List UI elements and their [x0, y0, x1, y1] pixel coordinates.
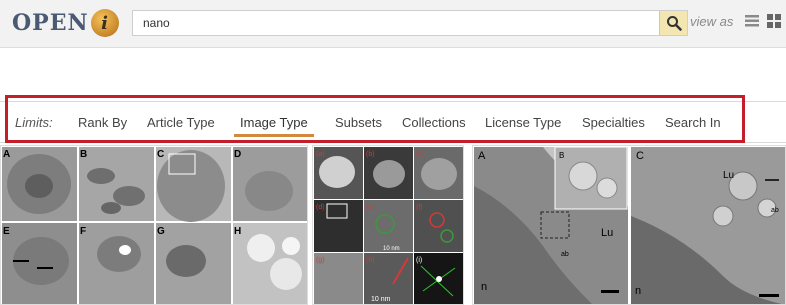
panel-label: C	[636, 150, 644, 162]
panel-label: (a)	[316, 151, 325, 158]
panel-label: (g)	[316, 257, 325, 264]
panel-label: B	[559, 151, 564, 160]
panel-label: D	[234, 149, 241, 160]
panel-label: (h)	[366, 257, 375, 264]
micrograph-panel-grid: A B C D E F G H	[1, 146, 307, 304]
panel-label: (e)	[366, 204, 375, 211]
search-icon	[666, 16, 682, 31]
em-lumen-panels: A B C Lu Lu n n ab ab	[473, 146, 785, 304]
list-view-icon[interactable]	[744, 13, 760, 29]
panel-label: G	[157, 226, 165, 237]
search-input[interactable]	[133, 11, 660, 35]
scale-label: 10 nm	[371, 296, 391, 303]
panel-label: (i)	[416, 257, 422, 264]
scale-label: 10 nm	[383, 246, 400, 252]
logo-i-icon: i	[90, 9, 119, 37]
logo-text: OPEN	[12, 10, 89, 36]
result-thumbnail-1[interactable]: A B C D E F G H	[0, 145, 308, 305]
lumen-label: Lu	[723, 170, 734, 181]
panel-label: (d)	[316, 204, 325, 211]
lumen-label: Lu	[601, 227, 613, 239]
panel-label: C	[157, 149, 164, 160]
search-box	[132, 10, 688, 36]
result-thumbnail-2[interactable]: (a) (b) (c) (d) (e) (f) (g) (h) (i) 10 n…	[312, 145, 464, 305]
panel-label: B	[80, 149, 87, 160]
nucleus-label: n	[481, 281, 487, 293]
grid-view-icon[interactable]	[766, 13, 782, 29]
panel-label: H	[234, 226, 241, 237]
panel-label: (b)	[366, 151, 375, 158]
panel-label: (c)	[416, 151, 424, 158]
ab-label: ab	[771, 207, 779, 214]
panel-label: (f)	[416, 204, 423, 211]
search-button[interactable]	[659, 11, 687, 35]
panel-label: A	[478, 150, 486, 162]
panel-label: F	[80, 226, 86, 237]
result-thumbnail-3[interactable]: A B C Lu Lu n n ab ab	[472, 145, 786, 305]
view-as-label: view as	[690, 14, 734, 29]
panel-label: E	[3, 226, 10, 237]
tem-panel-grid: (a) (b) (c) (d) (e) (f) (g) (h) (i) 10 n…	[313, 146, 463, 304]
panel-label: A	[3, 149, 10, 160]
top-bar: OPEN i view as	[0, 0, 786, 48]
openi-logo[interactable]: OPEN i	[12, 8, 119, 38]
limits-highlight-box	[5, 95, 745, 143]
ab-label: ab	[561, 251, 569, 258]
nucleus-label: n	[635, 285, 641, 297]
